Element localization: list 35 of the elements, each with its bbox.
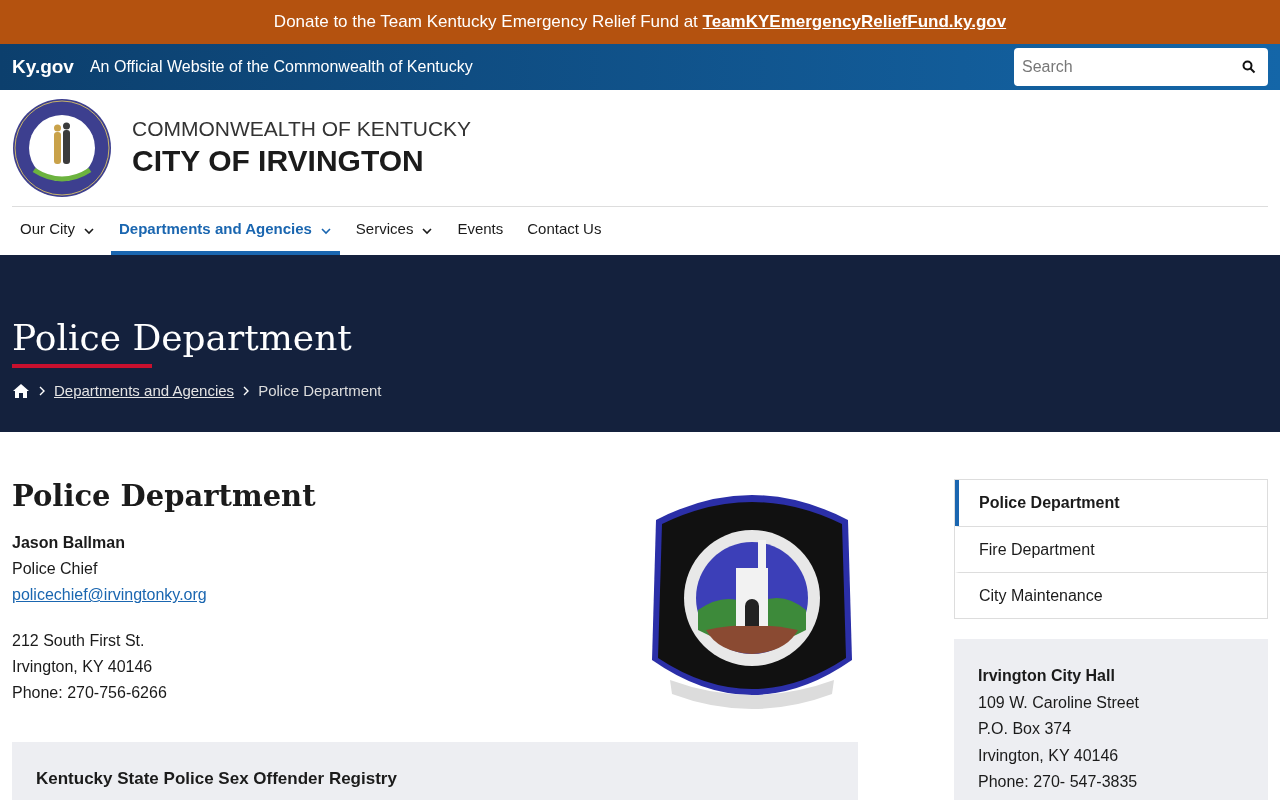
address-line: Irvington, KY 40146 <box>12 657 154 678</box>
card-line: Phone: 270- 547-3835 <box>978 772 1139 792</box>
side-menu-item[interactable]: City Maintenance <box>955 572 1267 618</box>
email-link[interactable]: policechief@irvingtonky.org <box>12 582 207 609</box>
chevron-right-icon <box>242 386 251 397</box>
card-line: Irvington, KY 40146 <box>978 745 1120 766</box>
card-line: P.O. Box 374 <box>978 719 1073 739</box>
side-menu-item[interactable]: Fire Department <box>955 526 1267 572</box>
contact-role: Police Chief <box>12 559 99 580</box>
contact-name: Jason Ballman <box>12 533 126 554</box>
nav-item[interactable]: Contact Us <box>519 207 610 255</box>
seal-icon <box>12 98 112 198</box>
side-menu-item[interactable]: Police Department <box>955 480 1267 526</box>
ky-gov-logo[interactable]: Ky.gov <box>12 52 74 82</box>
breadcrumb-current: Police Department <box>258 381 382 401</box>
content-heading: Police Department <box>12 478 316 515</box>
site-title[interactable]: CITY OF IRVINGTON <box>132 142 472 180</box>
donation-link[interactable]: TeamKYEmergencyReliefFund.ky.gov <box>702 9 1007 35</box>
callout-title: Kentucky State Police Sex Offender Registry <box>36 769 397 788</box>
search-icon[interactable] <box>1242 60 1256 74</box>
card-line: 109 W. Caroline Street <box>978 692 1140 713</box>
chevron-right-icon <box>38 386 46 397</box>
home-icon[interactable] <box>12 383 30 400</box>
search-field[interactable]: Search <box>1014 48 1268 86</box>
tagline: An Official Website of the Commonwealth of Kentucky <box>89 57 473 77</box>
site-subtitle: COMMONWEALTH OF KENTUCKY <box>132 116 472 143</box>
page-heading: Police Department <box>12 316 352 360</box>
nav-item[interactable]: Services <box>347 207 442 255</box>
address-line: 212 South First St. <box>12 631 146 652</box>
address-line: Phone: 270-756-6266 <box>12 683 168 704</box>
nav-item[interactable]: Events <box>449 207 512 255</box>
breadcrumb-link[interactable]: Departments and Agencies <box>54 380 235 403</box>
banner-text: Donate to the Team Kentucky Emergency Relief Fund at <box>273 11 699 34</box>
card-title: Irvington City Hall <box>978 666 1116 686</box>
nav-item[interactable]: Our City <box>12 207 103 255</box>
